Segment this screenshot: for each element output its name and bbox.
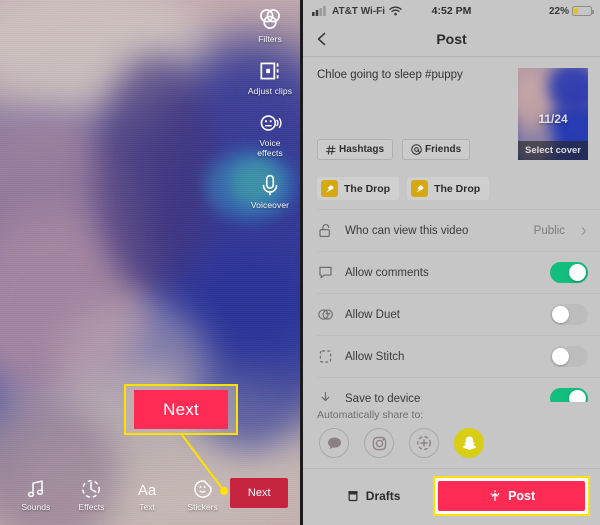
share-target-row <box>303 428 600 468</box>
comment-icon <box>319 266 332 279</box>
drop-badge-2[interactable]: The Drop <box>407 177 490 200</box>
tool-adjust-clips[interactable]: Adjust clips <box>243 58 297 96</box>
post-button-highlight: Post <box>433 476 590 516</box>
bottom-tool-stickers[interactable]: Stickers <box>175 477 231 512</box>
setting-row-allow-comments[interactable]: Allow comments <box>303 252 600 293</box>
tool-filters-label: Filters <box>258 34 282 44</box>
status-bar: AT&T Wi-Fi 4:52 PM 22% <box>303 0 600 22</box>
microphone-icon <box>262 174 278 196</box>
frame-count-label: 11/24 <box>538 112 568 126</box>
setting-row-privacy-label: Who can view this video <box>345 224 469 237</box>
drafts-button-label: Drafts <box>365 489 401 503</box>
select-cover-button[interactable]: Select cover <box>518 141 588 160</box>
setting-row-allow-duet-label: Allow Duet <box>345 308 400 321</box>
status-bar-right: 22% <box>548 5 594 17</box>
bottom-tool-text-label: Text <box>139 501 155 512</box>
adjust-clips-icon <box>260 62 279 80</box>
battery-percent-label: 22% <box>548 5 569 17</box>
screenshot-root: Filters Adjust clips Voice effects Voice… <box>0 0 600 525</box>
voice-effects-icon <box>260 115 282 131</box>
cellular-signal-icon <box>312 6 326 16</box>
cover-thumbnail[interactable]: 11/24 Select cover <box>518 68 588 160</box>
message-share-icon[interactable] <box>319 428 349 458</box>
post-sparkle-icon <box>490 490 500 502</box>
navigation-bar: Post <box>303 22 600 56</box>
caption-chip-row: Hashtags Friends <box>317 117 508 160</box>
next-button[interactable]: Next <box>230 478 288 508</box>
caption-input[interactable]: Chloe going to sleep #puppy <box>317 68 508 83</box>
svg-text:Aa: Aa <box>138 482 157 499</box>
drop-badge-2-label: The Drop <box>434 182 481 195</box>
setting-row-privacy[interactable]: Who can view this video Public <box>303 210 600 251</box>
post-button-label: Post <box>508 489 536 503</box>
bottom-tool-text[interactable]: Aa Text <box>119 477 175 512</box>
bottom-tool-effects-label: Effects <box>78 501 105 512</box>
duet-icon <box>318 309 333 320</box>
drop-badge-icon <box>321 180 338 197</box>
friends-chip[interactable]: Friends <box>402 139 471 160</box>
battery-icon <box>572 6 594 16</box>
editor-tool-rail: Filters Adjust clips Voice effects Voice… <box>242 6 298 210</box>
caption-column: Chloe going to sleep #puppy Hashtags Fri… <box>317 68 508 160</box>
carrier-label: AT&T Wi-Fi <box>332 5 386 17</box>
post-button[interactable]: Post <box>438 481 585 511</box>
drafts-icon <box>348 491 358 502</box>
auto-share-label: Automatically share to: <box>317 409 424 421</box>
caption-section: Chloe going to sleep #puppy Hashtags Fri… <box>303 57 600 168</box>
at-mention-icon <box>411 144 422 155</box>
callout-next-button-zoom: Next <box>134 390 228 429</box>
filters-icon <box>260 9 280 29</box>
hashtags-chip-label: Hashtags <box>339 144 385 155</box>
unlock-icon <box>319 224 330 238</box>
friends-chip-label: Friends <box>425 144 462 155</box>
snapchat-share-icon[interactable] <box>454 428 484 458</box>
tool-adjust-clips-label: Adjust clips <box>247 86 293 96</box>
tool-voiceover[interactable]: Voiceover <box>243 172 297 210</box>
setting-row-privacy-value: Public <box>533 224 565 237</box>
effects-icon <box>82 479 101 498</box>
allow-comments-toggle[interactable] <box>550 262 588 283</box>
bottom-tool-effects[interactable]: Effects <box>64 477 120 512</box>
post-action-bar: Drafts Post <box>303 468 600 525</box>
drop-badge-row: The Drop The Drop <box>303 168 600 209</box>
bottom-tool-sounds[interactable]: Sounds <box>8 477 64 512</box>
wifi-icon <box>389 6 402 16</box>
tool-voice-effects-label: Voice effects <box>257 138 283 158</box>
text-icon: Aa <box>138 482 157 499</box>
drafts-button[interactable]: Drafts <box>313 476 433 516</box>
hashtags-chip[interactable]: Hashtags <box>317 139 394 160</box>
setting-row-allow-stitch-label: Allow Stitch <box>345 350 405 363</box>
tool-voiceover-label: Voiceover <box>250 200 290 210</box>
video-editor-panel: Filters Adjust clips Voice effects Voice… <box>0 0 300 525</box>
drop-badge-1[interactable]: The Drop <box>317 177 400 200</box>
chevron-right-icon <box>581 226 586 235</box>
sticker-icon <box>193 479 212 498</box>
drop-badge-icon <box>411 180 429 197</box>
editor-bottom-toolbar: Sounds Effects Aa Text Stickers Next <box>0 467 300 525</box>
stitch-icon <box>319 350 332 363</box>
post-screen-panel: AT&T Wi-Fi 4:52 PM 22% Post Chloe going … <box>300 0 600 525</box>
music-note-icon <box>27 479 43 497</box>
hashtag-icon <box>326 144 336 155</box>
status-bar-left: AT&T Wi-Fi <box>312 6 402 17</box>
bottom-tool-stickers-label: Stickers <box>187 501 218 512</box>
setting-row-allow-comments-label: Allow comments <box>345 266 429 279</box>
bottom-tool-sounds-label: Sounds <box>21 501 51 512</box>
page-title: Post <box>436 31 467 47</box>
instagram-story-share-icon[interactable] <box>409 428 439 458</box>
tool-filters[interactable]: Filters <box>243 6 297 44</box>
allow-stitch-toggle[interactable] <box>550 346 588 367</box>
setting-row-allow-stitch[interactable]: Allow Stitch <box>303 336 600 377</box>
instagram-share-icon[interactable] <box>364 428 394 458</box>
setting-row-allow-duet[interactable]: Allow Duet <box>303 294 600 335</box>
auto-share-panel: Automatically share to: Drafts Post <box>303 402 600 525</box>
allow-duet-toggle[interactable] <box>550 304 588 325</box>
drop-badge-1-label: The Drop <box>344 182 391 195</box>
tool-voice-effects[interactable]: Voice effects <box>243 110 297 158</box>
